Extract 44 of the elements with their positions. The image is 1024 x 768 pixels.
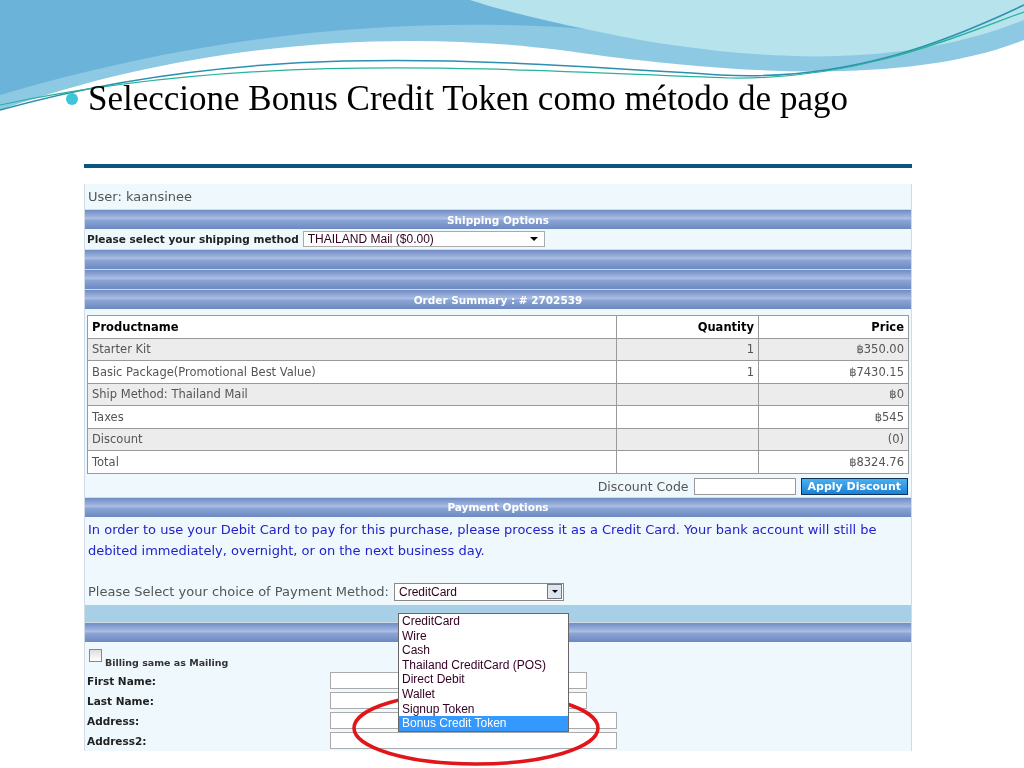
bullet-icon xyxy=(66,93,78,105)
field-label: Last Name: xyxy=(87,694,155,707)
section-header: Payment Options xyxy=(85,496,911,517)
table-cell: Ship Method: Thailand Mail xyxy=(87,383,617,406)
dropdown-option[interactable]: Direct Debit xyxy=(399,672,568,687)
dropdown-option[interactable]: Thailand CreditCard (POS) xyxy=(399,657,568,673)
field-label: Address2: xyxy=(87,734,148,747)
dropdown-option[interactable]: Cash xyxy=(399,643,568,658)
table-cell: (0) xyxy=(758,428,909,451)
table-cell: ฿0 xyxy=(758,383,909,406)
table-cell: Starter Kit xyxy=(87,338,617,361)
dropdown-option[interactable]: Wallet xyxy=(399,686,568,702)
slide-title: Seleccione Bonus Credit Token como método de pago xyxy=(88,79,848,119)
table-cell: ฿8324.76 xyxy=(758,450,909,473)
table-cell: Discount xyxy=(87,428,617,451)
section-header: Shipping Options xyxy=(85,209,911,229)
field-label: First Name: xyxy=(87,674,157,687)
table-cell: ฿7430.15 xyxy=(758,360,909,383)
table-cell: 1 xyxy=(616,338,759,361)
table-cell: ฿350.00 xyxy=(758,338,909,361)
column-header: Quantity xyxy=(616,315,759,338)
table-cell: Basic Package(Promotional Best Value) xyxy=(87,360,617,383)
section-header: Order Summary : # 2702539 xyxy=(85,289,911,309)
dropdown-option[interactable]: Wire xyxy=(399,628,568,644)
payment-select[interactable]: CreditCard xyxy=(394,582,564,601)
user-name: User: kaansinee xyxy=(87,188,193,206)
column-header: Productname xyxy=(87,315,617,338)
billing-label: Billing same as Mailing xyxy=(105,656,229,668)
checkbox[interactable] xyxy=(89,648,102,662)
field-label: Address: xyxy=(87,714,141,727)
discount-field[interactable] xyxy=(693,477,796,495)
shipping-label: Please select your shipping method xyxy=(87,233,299,245)
notice-text: In order to use your Debit Card to pay for this purchase, please process it as a Credit Card. Your bank account will still be debited immediately, overnight, or on the next business day. xyxy=(87,520,878,560)
table-cell: Taxes xyxy=(87,405,617,428)
table-cell: ฿545 xyxy=(758,405,909,428)
column-header: Price xyxy=(758,315,909,338)
table-cell: 1 xyxy=(616,360,759,383)
shipping-select[interactable]: THAILAND Mail ($0.00) xyxy=(302,231,545,247)
table-cell: Total xyxy=(87,450,617,473)
dropdown-option[interactable]: CreditCard xyxy=(399,614,568,629)
input-field[interactable] xyxy=(330,732,617,749)
dropdown-option[interactable]: Signup Token xyxy=(399,701,568,717)
payment-label: Please Select your choice of Payment Method: xyxy=(88,584,389,599)
discount-label: Discount Code xyxy=(597,478,689,494)
